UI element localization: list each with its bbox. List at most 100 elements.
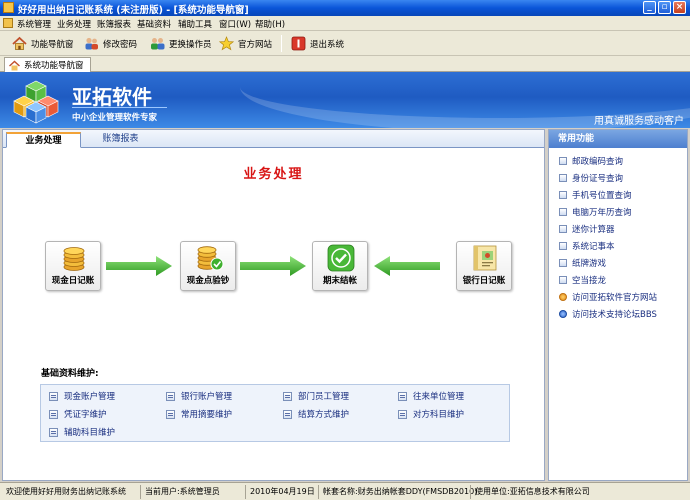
check-circle-icon xyxy=(327,244,355,272)
link-settlement-method[interactable]: 结算方式维护 xyxy=(283,408,349,420)
switch-user-icon xyxy=(150,36,165,51)
users-icon xyxy=(84,36,99,51)
coins-icon xyxy=(63,247,85,271)
link-mobile-query[interactable]: 手机号位置查询 xyxy=(559,189,632,201)
doc-icon xyxy=(559,208,567,216)
status-account-set: 帐套名称:财务出纳帐套DDY(FMSDB2010) xyxy=(318,485,477,499)
form-icon xyxy=(283,391,292,401)
cash-journal-button[interactable]: 现金日记账 xyxy=(45,241,101,291)
app-icon xyxy=(3,2,14,13)
tab-system-nav[interactable]: 系统功能导航窗 xyxy=(4,57,91,72)
link-counter-account-label: 对方科目维护 xyxy=(413,410,465,420)
official-site-button[interactable]: 官方网站 xyxy=(218,34,273,53)
link-calculator[interactable]: 迷你计算器 xyxy=(559,223,615,235)
status-company: 使用单位:亚拓信息技术有限公司 xyxy=(470,485,590,499)
exit-button[interactable]: 退出系统 xyxy=(291,34,344,53)
link-calendar-label: 电脑万年历查询 xyxy=(572,208,632,218)
link-common-summary[interactable]: 常用摘要维护 xyxy=(166,408,232,420)
menu-system[interactable]: 系统管理 xyxy=(17,18,51,30)
tab-business[interactable]: 业务处理 xyxy=(6,132,81,148)
brand-slogan: 用真诚服务感动客户 xyxy=(594,116,684,127)
form-icon xyxy=(166,409,175,419)
main-tab-bar: 业务处理 账簿报表 xyxy=(3,130,544,148)
home-icon xyxy=(12,36,27,51)
bank-journal-button[interactable]: 银行日记账 xyxy=(456,241,512,291)
web-icon xyxy=(559,293,567,301)
link-postcode-query-label: 邮政编码查询 xyxy=(572,157,624,167)
menu-bar: 系统管理 业务处理 账簿报表 基础资料 辅助工具 窗口(W) 帮助(H) xyxy=(0,16,690,31)
link-cash-account-label: 现金账户管理 xyxy=(64,392,116,402)
banner: 亚拓软件 中小企业管理软件专家 用真诚服务感动客户 xyxy=(0,72,690,128)
link-freecell[interactable]: 空当接龙 xyxy=(559,274,606,286)
link-postcode-query[interactable]: 邮政编码查询 xyxy=(559,155,623,167)
menu-tools[interactable]: 辅助工具 xyxy=(178,18,212,30)
home-icon xyxy=(9,60,20,70)
status-date: 2010年04月19日 xyxy=(245,485,315,499)
link-official-website[interactable]: 访问亚拓软件官方网站 xyxy=(559,291,657,303)
doc-icon xyxy=(559,242,567,250)
brand-underline xyxy=(72,107,167,108)
exit-icon xyxy=(291,36,306,51)
minimize-button[interactable]: _ xyxy=(643,1,656,14)
section-title: 业务处理 xyxy=(243,167,304,182)
brand-tagline: 中小企业管理软件专家 xyxy=(72,113,158,123)
doc-icon xyxy=(559,174,567,182)
link-voucher-type[interactable]: 凭证字维护 xyxy=(49,408,107,420)
arrow-left-icon xyxy=(374,256,440,276)
link-id-query[interactable]: 身份证号查询 xyxy=(559,172,623,184)
link-solitaire[interactable]: 纸牌游戏 xyxy=(559,257,606,269)
menu-business[interactable]: 业务处理 xyxy=(57,18,91,30)
menu-ledger[interactable]: 账簿报表 xyxy=(97,18,131,30)
link-partner-units[interactable]: 往来单位管理 xyxy=(398,390,464,402)
link-notepad-label: 系统记事本 xyxy=(572,242,615,252)
window-title: 好好用出纳日记账系统 (未注册版) - [系统功能导航窗] xyxy=(18,5,249,16)
link-notepad[interactable]: 系统记事本 xyxy=(559,240,615,252)
toolbar: 功能导航窗 修改密码 更换操作员 官方网站 退出系统 xyxy=(0,31,690,56)
link-support-forum-label: 访问技术支持论坛BBS xyxy=(572,310,657,320)
status-bar: 欢迎使用好好用财务出纳记账系统 当前用户:系统管理员 2010年04月19日 帐… xyxy=(0,482,690,500)
change-password-label: 修改密码 xyxy=(103,39,138,50)
period-close-label: 期末结帐 xyxy=(322,276,357,286)
status-user: 当前用户:系统管理员 xyxy=(140,485,220,499)
main-panel: 业务处理 账簿报表 业务处理 现金日记账 现金点验钞 期末结帐 银行日记账 基础… xyxy=(2,129,545,481)
menu-help[interactable]: 帮助(H) xyxy=(255,18,285,30)
form-icon xyxy=(283,409,292,419)
link-department-staff-label: 部门员工管理 xyxy=(298,392,350,402)
menu-app-icon xyxy=(3,18,13,28)
tab-system-nav-label: 系统功能导航窗 xyxy=(24,61,84,71)
link-solitaire-label: 纸牌游戏 xyxy=(572,259,607,269)
common-functions-title: 常用功能 xyxy=(549,130,687,148)
star-icon xyxy=(218,36,235,51)
period-close-button[interactable]: 期末结帐 xyxy=(312,241,368,291)
link-counter-account[interactable]: 对方科目维护 xyxy=(398,408,464,420)
tab-ledger-reports[interactable]: 账簿报表 xyxy=(83,132,158,148)
title-bar: 好好用出纳日记账系统 (未注册版) - [系统功能导航窗] _ ▫ × xyxy=(0,0,690,16)
nav-window-label: 功能导航窗 xyxy=(31,39,74,50)
toolbar-separator xyxy=(281,35,282,52)
link-calendar[interactable]: 电脑万年历查询 xyxy=(559,206,632,218)
link-calculator-label: 迷你计算器 xyxy=(572,225,615,235)
doc-icon xyxy=(559,191,567,199)
change-operator-button[interactable]: 更换操作员 xyxy=(150,34,212,53)
official-site-label: 官方网站 xyxy=(238,39,273,50)
link-cash-account[interactable]: 现金账户管理 xyxy=(49,390,115,402)
doc-icon xyxy=(559,259,567,267)
logo-cubes-icon xyxy=(13,80,59,124)
link-settlement-method-label: 结算方式维护 xyxy=(298,410,350,420)
nav-window-button[interactable]: 功能导航窗 xyxy=(12,34,74,53)
change-password-button[interactable]: 修改密码 xyxy=(84,34,137,53)
link-department-staff[interactable]: 部门员工管理 xyxy=(283,390,349,402)
link-auxiliary-account-label: 辅助科目维护 xyxy=(64,428,116,438)
coins-check-icon xyxy=(197,246,224,271)
restore-button[interactable]: ▫ xyxy=(658,1,671,14)
arrow-right-icon xyxy=(106,256,172,276)
form-icon xyxy=(49,409,58,419)
menu-basic-data[interactable]: 基础资料 xyxy=(137,18,171,30)
bank-book-icon xyxy=(473,245,497,271)
link-support-forum[interactable]: 访问技术支持论坛BBS xyxy=(559,308,657,320)
link-bank-account[interactable]: 银行账户管理 xyxy=(166,390,232,402)
close-button[interactable]: × xyxy=(673,1,686,14)
cash-counting-button[interactable]: 现金点验钞 xyxy=(180,241,236,291)
menu-window[interactable]: 窗口(W) xyxy=(219,18,251,30)
link-auxiliary-account[interactable]: 辅助科目维护 xyxy=(49,426,115,438)
